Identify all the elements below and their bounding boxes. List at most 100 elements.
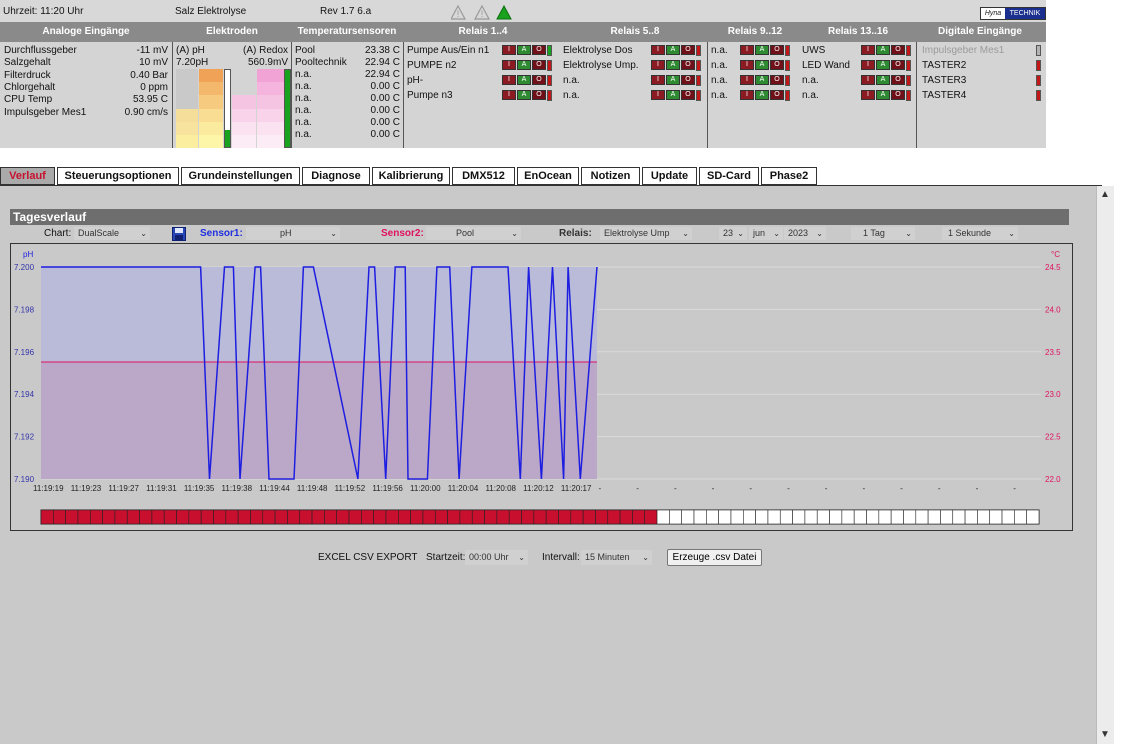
relay-auto-button[interactable]: A <box>755 45 769 55</box>
tab-dmx512[interactable]: DMX512 <box>452 167 515 185</box>
tab-diagnose[interactable]: Diagnose <box>302 167 370 185</box>
section-title: Tagesverlauf <box>13 210 87 224</box>
temperature-value: 22.94 C <box>364 69 400 80</box>
relay-auto-button[interactable]: A <box>666 45 680 55</box>
relay-status-segment <box>250 509 264 525</box>
relay-controls: IAO <box>861 75 911 86</box>
tab-verlauf[interactable]: Verlauf <box>0 167 55 185</box>
redox-value: 560.9mV <box>247 57 288 68</box>
relay-auto-button[interactable]: A <box>876 90 890 100</box>
save-icon[interactable] <box>172 227 186 241</box>
section-header: Relais 13..16 <box>827 26 889 37</box>
temperature-label: n.a. <box>295 129 312 140</box>
relay-auto-button[interactable]: A <box>517 60 531 70</box>
range-select[interactable]: 1 Tag ⌄ <box>851 227 915 240</box>
scroll-up-icon[interactable]: ▲ <box>1100 189 1110 200</box>
relay-auto-button[interactable]: A <box>876 75 890 85</box>
relay-status-segment <box>977 509 991 525</box>
relay-off-button[interactable]: I <box>651 75 665 85</box>
relay-on-button[interactable]: O <box>770 60 784 70</box>
relay-auto-button[interactable]: A <box>517 90 531 100</box>
tab-enocean[interactable]: EnOcean <box>517 167 579 185</box>
ph-indicator-fill <box>225 130 230 147</box>
relay-off-button[interactable]: I <box>861 90 875 100</box>
relay-auto-button[interactable]: A <box>666 75 680 85</box>
tab-phase2[interactable]: Phase2 <box>761 167 817 185</box>
relay-label: Pumpe Aus/Ein n1 <box>407 45 490 56</box>
relay-on-button[interactable]: O <box>532 60 546 70</box>
relay-off-button[interactable]: I <box>740 90 754 100</box>
relay-off-button[interactable]: I <box>502 60 516 70</box>
relay-status-segment <box>1026 509 1040 525</box>
start-time-select[interactable]: 00:00 Uhr ⌄ <box>465 550 528 565</box>
relay-auto-button[interactable]: A <box>755 75 769 85</box>
relay-off-button[interactable]: I <box>740 75 754 85</box>
relay-status-segment <box>558 509 572 525</box>
tab-grundeinstellungen[interactable]: Grundeinstellungen <box>181 167 300 185</box>
relay-auto-button[interactable]: A <box>666 90 680 100</box>
relay-status-segment <box>484 509 498 525</box>
x-tick-label: - <box>900 484 903 493</box>
tab-update[interactable]: Update <box>642 167 697 185</box>
temperature-value: 0.00 C <box>370 117 400 128</box>
svg-text:!: ! <box>481 9 484 19</box>
relay-on-button[interactable]: O <box>681 60 695 70</box>
relay-on-button[interactable]: O <box>681 75 695 85</box>
relay-status-segment <box>1001 509 1015 525</box>
relay-on-button[interactable]: O <box>770 90 784 100</box>
relay-auto-button[interactable]: A <box>755 90 769 100</box>
relay-status-segment <box>521 509 535 525</box>
relay-on-button[interactable]: O <box>891 90 905 100</box>
chevron-down-icon: ⌄ <box>737 229 744 238</box>
relay-auto-button[interactable]: A <box>755 60 769 70</box>
relay-off-button[interactable]: I <box>861 60 875 70</box>
level-segment <box>199 134 223 149</box>
sensor2-select[interactable]: Pool ⌄ <box>426 227 521 240</box>
relay-off-button[interactable]: I <box>740 60 754 70</box>
tab-kalibrierung[interactable]: Kalibrierung <box>372 167 450 185</box>
x-tick-label: 11:19:19 <box>33 484 64 493</box>
relay-on-button[interactable]: O <box>532 45 546 55</box>
tab-steuerungsoptionen[interactable]: Steuerungsoptionen <box>57 167 179 185</box>
relay-off-button[interactable]: I <box>651 90 665 100</box>
relay-off-button[interactable]: I <box>861 45 875 55</box>
x-tick-label: 11:19:35 <box>184 484 215 493</box>
relay-off-button[interactable]: I <box>651 45 665 55</box>
relay-status-segment <box>447 509 461 525</box>
relay-on-button[interactable]: O <box>770 75 784 85</box>
relay-auto-button[interactable]: A <box>876 60 890 70</box>
relay-off-button[interactable]: I <box>740 45 754 55</box>
relay-off-button[interactable]: I <box>502 75 516 85</box>
relay-status-segment <box>471 509 485 525</box>
sensor1-select[interactable]: pH ⌄ <box>246 227 340 240</box>
relay-on-button[interactable]: O <box>532 75 546 85</box>
relay-off-button[interactable]: I <box>651 60 665 70</box>
tab-sd-card[interactable]: SD-Card <box>699 167 759 185</box>
relay-auto-button[interactable]: A <box>666 60 680 70</box>
relay-on-button[interactable]: O <box>770 45 784 55</box>
relay-on-button[interactable]: O <box>891 60 905 70</box>
chart-type-select[interactable]: DualScale ⌄ <box>74 227 150 240</box>
relay-label: PUMPE n2 <box>407 60 457 71</box>
relay-off-button[interactable]: I <box>502 45 516 55</box>
scroll-down-icon[interactable]: ▼ <box>1100 729 1110 740</box>
resolution-select[interactable]: 1 Sekunde ⌄ <box>942 227 1018 240</box>
relay-off-button[interactable]: I <box>502 90 516 100</box>
relay-auto-button[interactable]: A <box>517 45 531 55</box>
tab-notizen[interactable]: Notizen <box>581 167 640 185</box>
relay-on-button[interactable]: O <box>532 90 546 100</box>
vertical-scrollbar[interactable]: ▲ ▼ <box>1096 186 1114 744</box>
relay-on-button[interactable]: O <box>681 90 695 100</box>
relay-on-button[interactable]: O <box>891 45 905 55</box>
year-select[interactable]: 2023 ⌄ <box>784 227 826 240</box>
relay-on-button[interactable]: O <box>681 45 695 55</box>
day-select[interactable]: 23 ⌄ <box>719 227 747 240</box>
relay-auto-button[interactable]: A <box>517 75 531 85</box>
month-select[interactable]: jun ⌄ <box>749 227 783 240</box>
relay-off-button[interactable]: I <box>861 75 875 85</box>
relais-select[interactable]: Elektrolyse Ump ⌄ <box>600 227 692 240</box>
interval-select[interactable]: 15 Minuten ⌄ <box>581 550 652 565</box>
create-csv-button[interactable]: Erzeuge .csv Datei <box>667 549 762 566</box>
relay-auto-button[interactable]: A <box>876 45 890 55</box>
relay-on-button[interactable]: O <box>891 75 905 85</box>
